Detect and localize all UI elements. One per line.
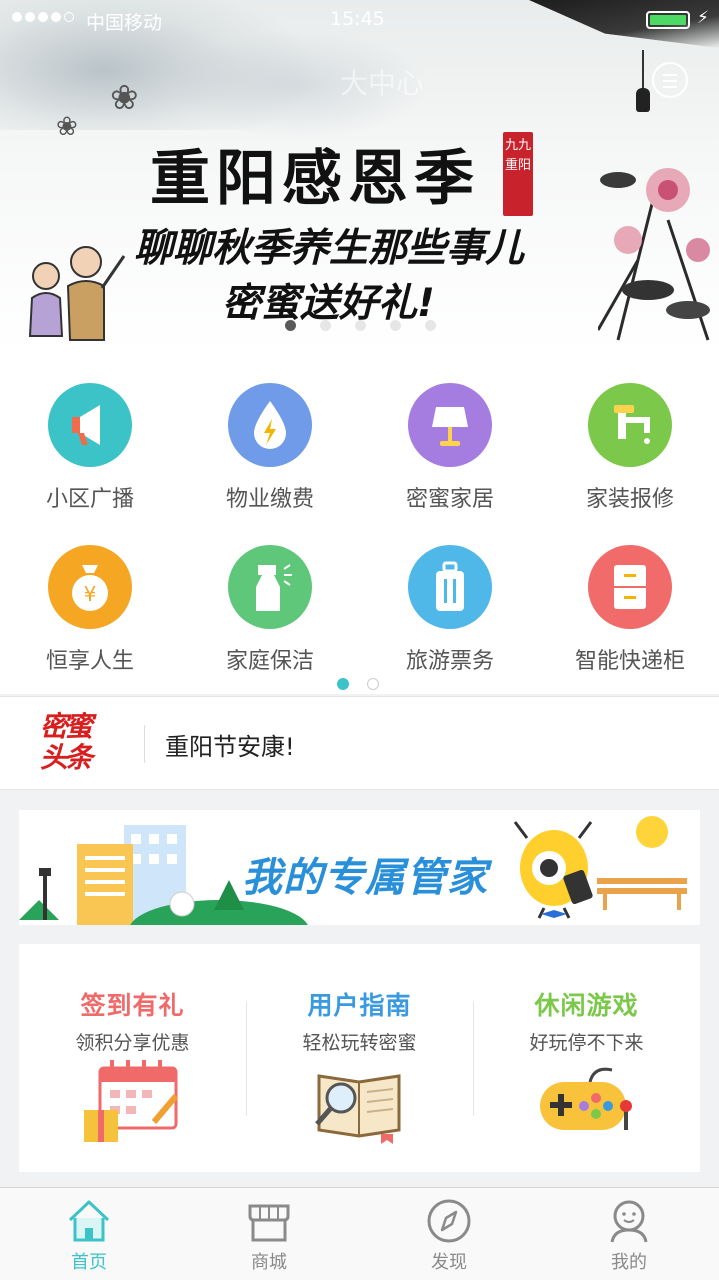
feature-title: 休闲游戏 — [534, 991, 639, 1020]
tab-discover[interactable]: 发现 — [389, 1198, 509, 1274]
banner-pagination[interactable] — [285, 320, 436, 331]
money-bag-icon: ¥ — [48, 545, 132, 629]
service-label: 小区广播 — [45, 487, 134, 512]
promo-banner[interactable]: ❀ ❀ 中国移动 15:45 ⚡ 大中心 重阳感恩季 九九重阳 聊聊秋季养生那些… — [0, 0, 719, 353]
spray-bottle-icon — [228, 545, 312, 629]
locker-icon — [588, 545, 672, 629]
water-drop-icon — [228, 383, 312, 467]
tab-profile[interactable]: 我的 — [569, 1198, 689, 1274]
calendar-gift-icon — [84, 1060, 179, 1142]
feature-subtitle: 好玩停不下来 — [529, 1032, 644, 1054]
tab-label: 我的 — [611, 1252, 647, 1273]
service-label: 家装报修 — [585, 487, 674, 512]
status-time: 15:45 — [330, 8, 385, 30]
tab-label: 发现 — [431, 1252, 467, 1273]
bell-decoration — [636, 88, 650, 112]
menu-circle-icon[interactable] — [652, 62, 688, 98]
tab-label: 首页 — [71, 1252, 107, 1273]
service-travel-tickets[interactable]: 旅游票务 — [360, 545, 540, 675]
book-magnifier-icon — [315, 1074, 401, 1144]
service-property-fee[interactable]: 物业缴费 — [180, 383, 360, 513]
signal-strength-icon — [12, 12, 74, 22]
feature-user-guide[interactable]: 用户指南 轻松玩转密蜜 — [246, 944, 473, 1172]
service-home-cleaning[interactable]: 家庭保洁 — [180, 545, 360, 675]
banner-seal: 九九重阳 — [503, 132, 533, 216]
charging-icon: ⚡ — [697, 8, 709, 28]
tab-home[interactable]: 首页 — [29, 1198, 149, 1274]
lamp-icon — [408, 383, 492, 467]
svg-text:¥: ¥ — [84, 582, 97, 606]
service-label: 智能快递柜 — [574, 649, 685, 674]
crane-icon: ❀ — [56, 112, 78, 142]
steward-banner[interactable]: 我的专属管家 — [19, 810, 700, 925]
feature-subtitle: 领积分享优惠 — [75, 1032, 190, 1054]
feature-title: 签到有礼 — [80, 991, 185, 1020]
community-selector[interactable]: 大中心 — [340, 62, 424, 102]
service-label: 旅游票务 — [405, 649, 494, 674]
elderly-couple-illustration — [28, 246, 126, 341]
bottom-tab-bar: 首页 商城 发现 我的 — [0, 1187, 719, 1280]
luggage-icon — [408, 545, 492, 629]
gamepad-icon — [540, 1067, 632, 1130]
page-dot[interactable] — [355, 320, 366, 331]
service-renovation-repair[interactable]: 家装报修 — [540, 383, 719, 513]
service-community-broadcast[interactable]: 小区广播 — [0, 383, 180, 513]
battery-icon — [646, 11, 690, 29]
page-dot[interactable] — [285, 320, 296, 331]
headline-logo-line1: 密蜜 — [40, 710, 93, 743]
tab-store[interactable]: 商城 — [209, 1198, 329, 1274]
profile-icon — [610, 1200, 648, 1243]
bell-string-decoration — [642, 50, 644, 90]
home-icon — [68, 1200, 110, 1242]
banner-subtitle-1: 聊聊秋季养生那些事儿 — [134, 226, 525, 271]
service-label: 物业缴费 — [225, 487, 314, 512]
headline-text[interactable]: 重阳节安康! — [165, 727, 295, 762]
megaphone-icon — [48, 383, 132, 467]
service-grid-pagination[interactable] — [337, 678, 379, 690]
store-icon — [248, 1204, 290, 1242]
service-label: 家庭保洁 — [225, 649, 314, 674]
headline-logo: 密蜜 头条 — [40, 711, 114, 777]
faucet-icon — [588, 383, 672, 467]
service-label: 密蜜家居 — [405, 487, 494, 512]
banner-title: 重阳感恩季 — [150, 144, 480, 214]
service-label: 恒享人生 — [45, 649, 134, 674]
page-dot[interactable] — [367, 678, 379, 690]
peony-flowers-illustration — [598, 168, 710, 341]
status-bar: 中国移动 15:45 ⚡ — [0, 0, 719, 40]
page-dot[interactable] — [425, 320, 436, 331]
service-home-furnishing[interactable]: 密蜜家居 — [360, 383, 540, 513]
feature-casual-games[interactable]: 休闲游戏 好玩停不下来 — [473, 944, 700, 1172]
compass-icon — [427, 1199, 471, 1243]
page-dot[interactable] — [337, 678, 349, 690]
crane-icon: ❀ — [110, 78, 139, 118]
feature-title: 用户指南 — [307, 991, 412, 1020]
feature-sign-in-gift[interactable]: 签到有礼 领积分享优惠 — [19, 944, 246, 1172]
headline-logo-line2: 头条 — [40, 741, 93, 774]
service-enjoy-life[interactable]: ¥ 恒享人生 — [0, 545, 180, 675]
service-grid: 小区广播 物业缴费 密蜜家居 家装报修 ¥ 恒享人生 家庭保洁 旅游票务 智能快… — [0, 353, 719, 694]
divider — [144, 725, 145, 763]
feature-subtitle: 轻松玩转密蜜 — [302, 1032, 417, 1054]
tab-label: 商城 — [251, 1252, 287, 1273]
steward-banner-title: 我的专属管家 — [242, 855, 488, 901]
service-smart-locker[interactable]: 智能快递柜 — [540, 545, 719, 675]
headline-bar[interactable]: 密蜜 头条 重阳节安康! — [0, 696, 719, 790]
carrier-name: 中国移动 — [86, 12, 163, 34]
page-dot[interactable] — [320, 320, 331, 331]
page-dot[interactable] — [390, 320, 401, 331]
feature-panel: 签到有礼 领积分享优惠 用户指南 轻松玩转密蜜 休闲游戏 好玩停不下来 — [19, 944, 700, 1172]
